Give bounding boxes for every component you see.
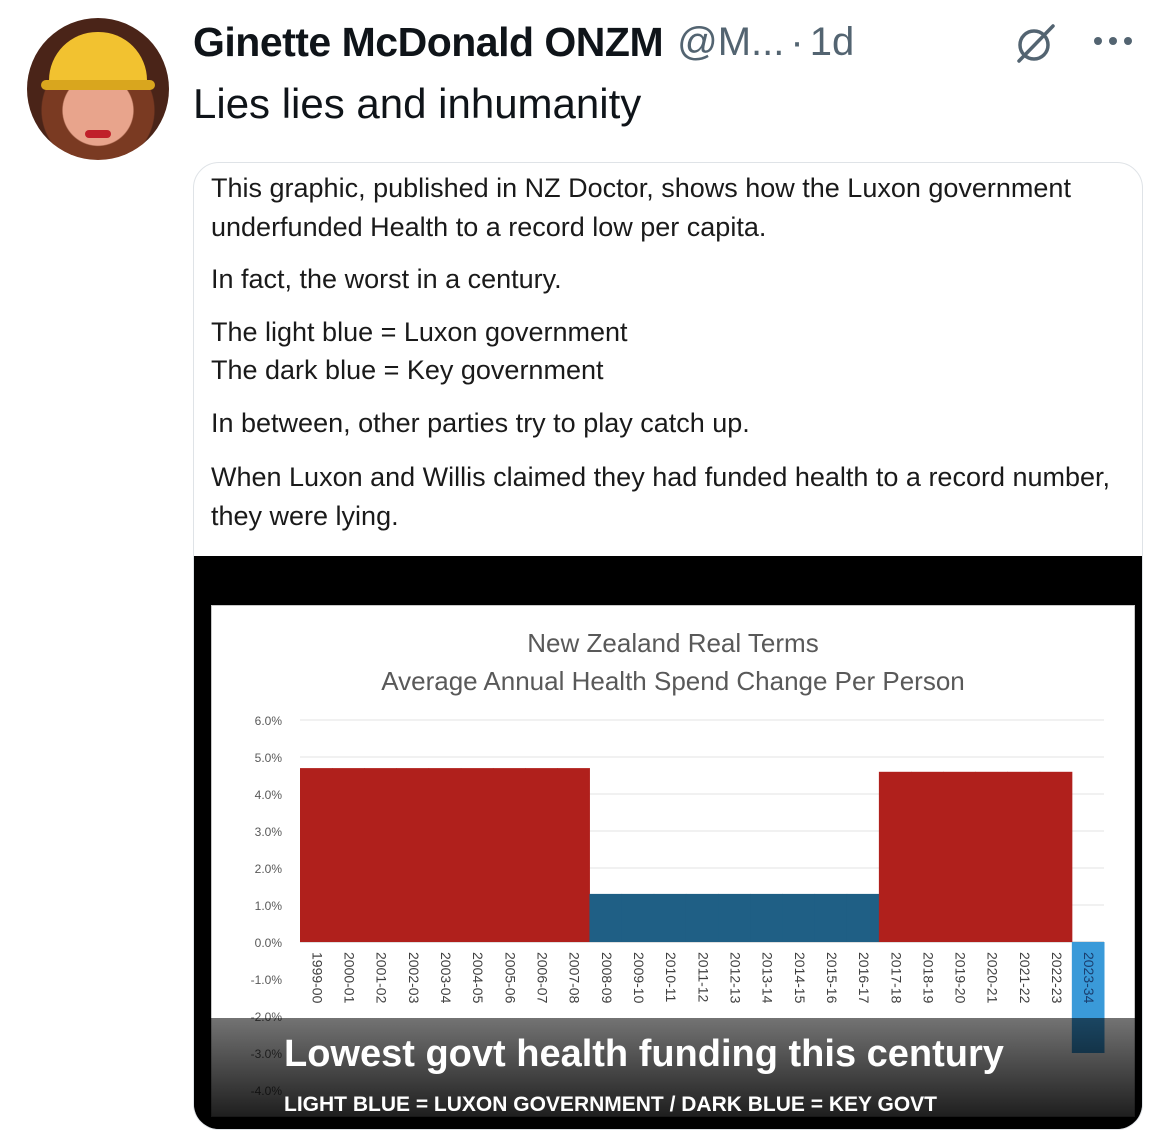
bar bbox=[525, 768, 558, 942]
tweet-header: Ginette McDonald ONZM @M... · 1d bbox=[193, 14, 854, 70]
y-tick-label: 3.0% bbox=[255, 825, 283, 839]
card-paragraph: In fact, the worst in a century. bbox=[211, 264, 562, 294]
hard-hat-brim bbox=[41, 80, 155, 90]
y-tick-label: 1.0% bbox=[255, 899, 283, 913]
tweet-text: Lies lies and inhumanity bbox=[193, 80, 642, 127]
x-tick-label: 2003-04 bbox=[438, 952, 454, 1004]
x-tick-label: 2018-19 bbox=[920, 952, 936, 1004]
bar bbox=[396, 768, 430, 942]
bar bbox=[428, 768, 462, 942]
x-tick-label: 2023-34 bbox=[1081, 952, 1097, 1004]
timestamp[interactable]: 1d bbox=[810, 20, 855, 65]
x-tick-label: 2012-13 bbox=[727, 952, 743, 1004]
x-tick-label: 2010-11 bbox=[663, 952, 679, 1003]
bar bbox=[814, 893, 848, 942]
bar bbox=[653, 893, 687, 942]
x-tick-label: 2008-09 bbox=[599, 952, 615, 1004]
bar bbox=[750, 893, 783, 942]
avatar-face bbox=[85, 130, 111, 138]
x-tick-label: 2000-01 bbox=[342, 952, 358, 1004]
bar bbox=[782, 893, 816, 942]
bar bbox=[718, 893, 751, 942]
bar bbox=[975, 771, 1009, 942]
bar bbox=[460, 768, 494, 942]
x-tick-label: 2020-21 bbox=[985, 952, 1001, 1004]
image-subcaption: LIGHT BLUE = LUXON GOVERNMENT / DARK BLU… bbox=[284, 1093, 937, 1116]
bar bbox=[846, 893, 880, 942]
x-tick-label: 2007-08 bbox=[567, 952, 583, 1004]
bar bbox=[911, 771, 944, 942]
author-avatar[interactable] bbox=[27, 18, 169, 160]
bar bbox=[621, 893, 655, 942]
bar bbox=[364, 768, 397, 942]
card-paragraph: This graphic, published in NZ Doctor, sh… bbox=[211, 173, 1071, 242]
bar bbox=[943, 771, 976, 942]
x-tick-label: 2013-14 bbox=[760, 952, 776, 1004]
x-tick-label: 2002-03 bbox=[406, 952, 422, 1004]
quoted-card[interactable]: This graphic, published in NZ Doctor, sh… bbox=[193, 162, 1143, 1130]
x-tick-label: 2017-18 bbox=[888, 952, 904, 1004]
bar bbox=[1007, 771, 1041, 942]
bar bbox=[332, 768, 365, 942]
chart-title: New Zealand Real Terms bbox=[527, 628, 819, 658]
y-tick-label: -1.0% bbox=[251, 973, 283, 987]
y-tick-label: 2.0% bbox=[255, 862, 283, 876]
x-tick-label: 2005-06 bbox=[502, 952, 518, 1004]
bar bbox=[685, 893, 719, 942]
card-paragraph: The dark blue = Key government bbox=[211, 355, 604, 385]
bar bbox=[589, 893, 623, 942]
grok-icon[interactable] bbox=[1013, 20, 1059, 66]
image-caption: Lowest govt health funding this century bbox=[284, 1033, 1004, 1075]
more-options-icon[interactable] bbox=[1088, 26, 1138, 56]
x-tick-label: 2004-05 bbox=[470, 952, 486, 1004]
bar bbox=[1039, 771, 1073, 942]
x-tick-label: 2015-16 bbox=[824, 952, 840, 1004]
bar bbox=[492, 768, 526, 942]
card-paragraph: The light blue = Luxon government bbox=[211, 317, 628, 347]
author-handle[interactable]: @M... bbox=[677, 20, 784, 65]
chart-subtitle: Average Annual Health Spend Change Per P… bbox=[381, 666, 965, 696]
x-tick-label: 2011-12 bbox=[695, 952, 711, 1003]
bar bbox=[300, 768, 333, 942]
separator-dot: · bbox=[790, 19, 804, 64]
x-tick-label: 1999-00 bbox=[309, 952, 325, 1004]
y-tick-label: 6.0% bbox=[255, 714, 283, 728]
x-tick-label: 2021-22 bbox=[1017, 952, 1033, 1004]
y-tick-label: 5.0% bbox=[255, 751, 283, 765]
card-paragraph: When Luxon and Willis claimed they had f… bbox=[211, 462, 1111, 531]
x-tick-label: 2006-07 bbox=[534, 952, 550, 1004]
card-paragraph: In between, other parties try to play ca… bbox=[211, 408, 750, 438]
x-tick-label: 2009-10 bbox=[631, 952, 647, 1004]
bar bbox=[557, 768, 590, 942]
x-tick-label: 2019-20 bbox=[953, 952, 969, 1004]
x-tick-label: 2014-15 bbox=[792, 952, 808, 1004]
bar bbox=[878, 771, 912, 942]
author-name[interactable]: Ginette McDonald ONZM bbox=[193, 19, 664, 66]
y-tick-label: 0.0% bbox=[255, 936, 283, 950]
x-tick-label: 2001-02 bbox=[374, 952, 390, 1004]
y-tick-label: 4.0% bbox=[255, 788, 283, 802]
x-tick-label: 2016-17 bbox=[856, 952, 872, 1004]
x-tick-label: 2022-23 bbox=[1049, 952, 1065, 1004]
